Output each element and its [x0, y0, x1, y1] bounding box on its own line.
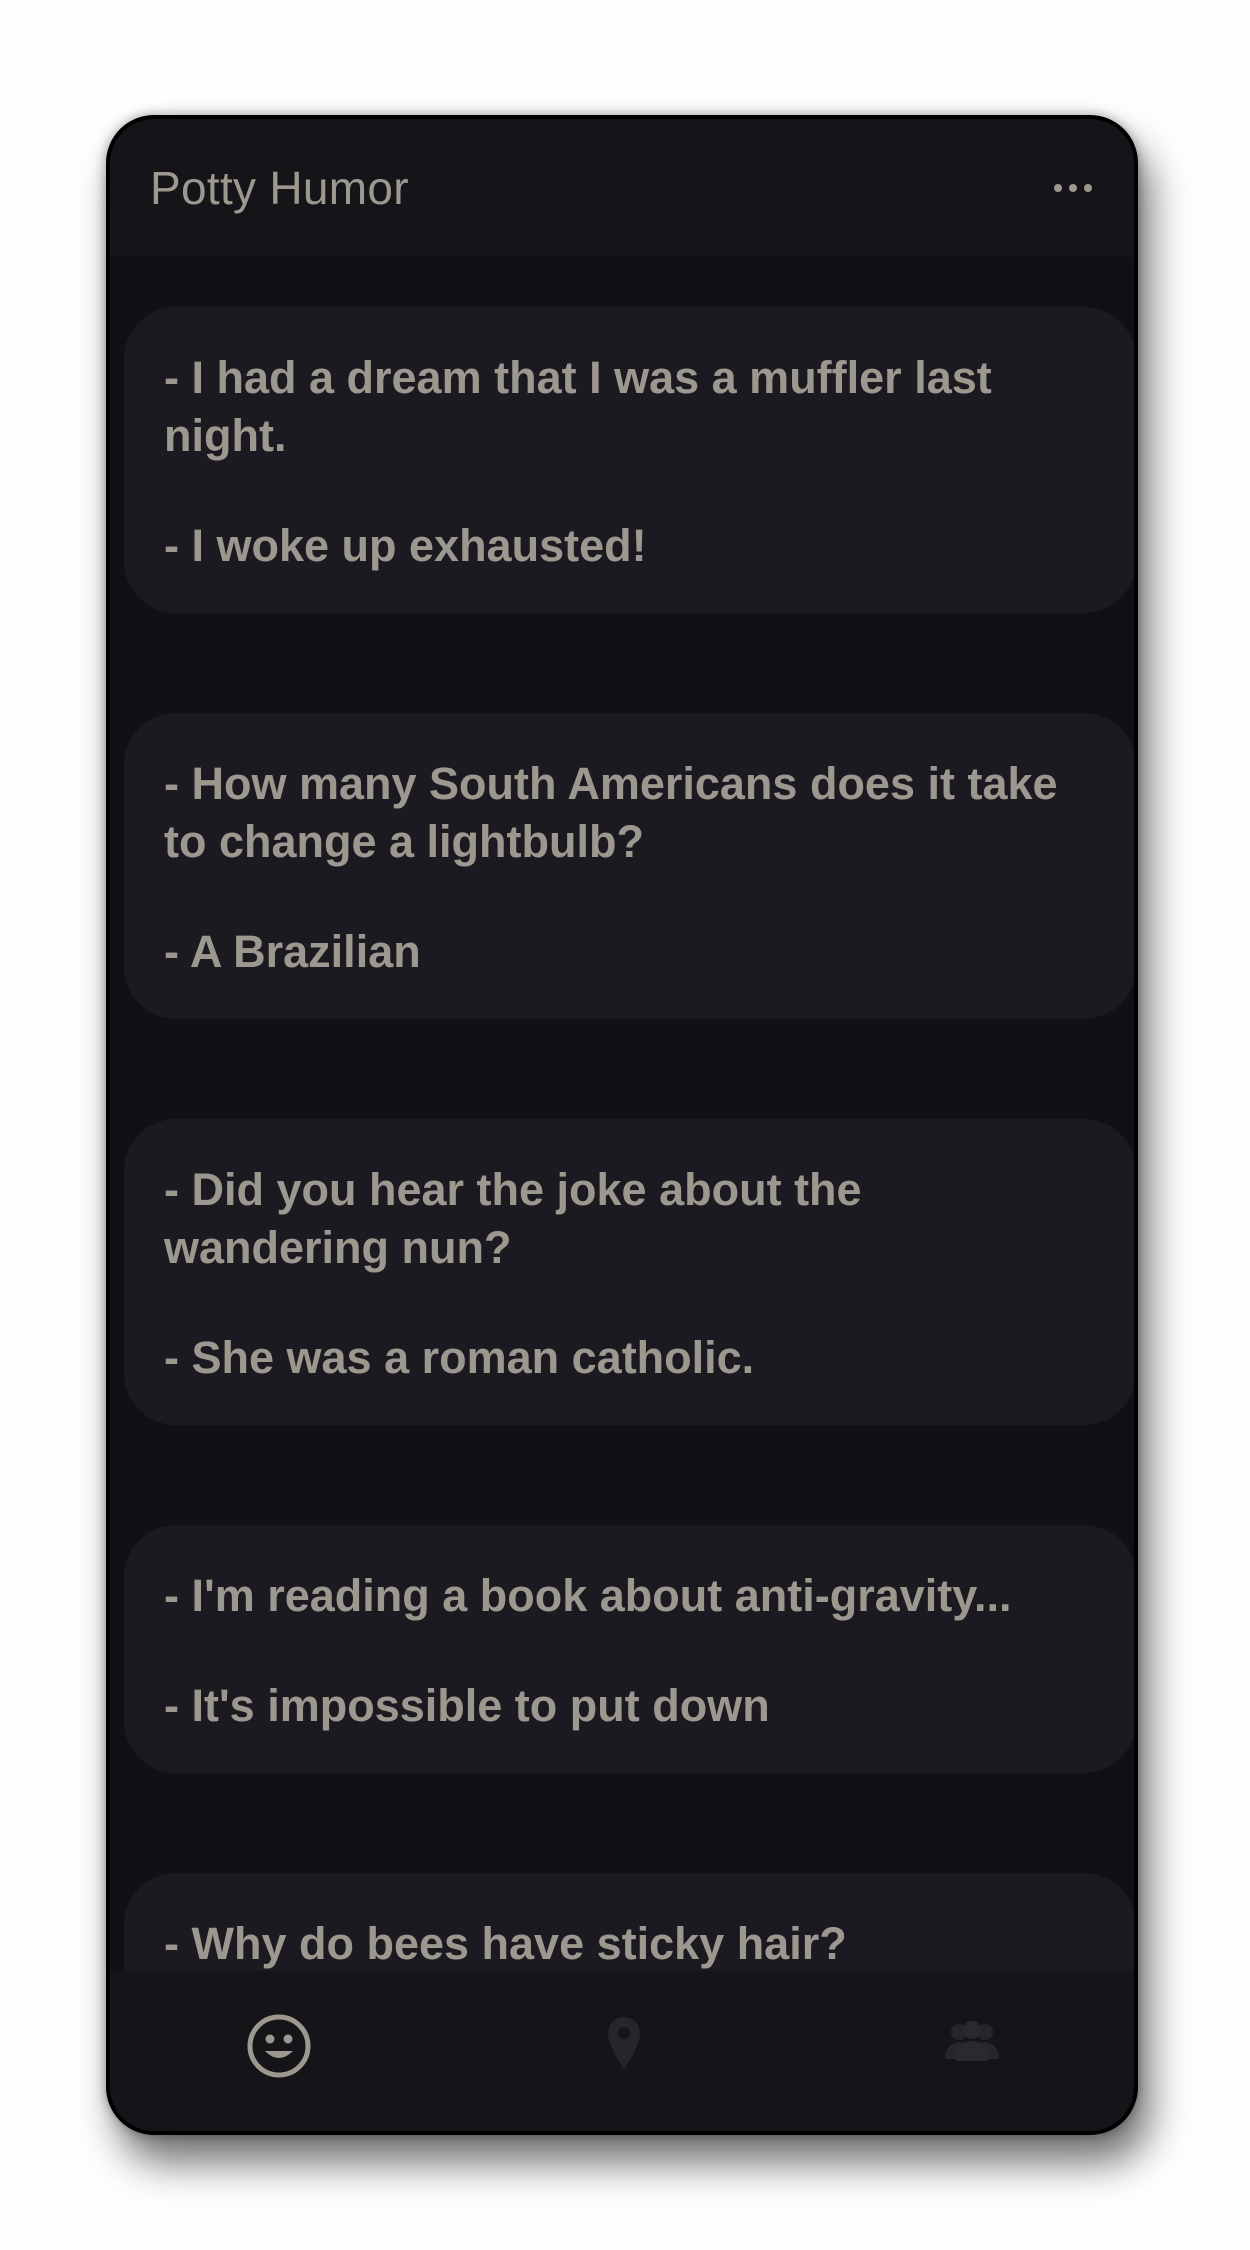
nav-map-tab[interactable]	[604, 2011, 644, 2075]
joke-card[interactable]: - Did you hear the joke about the wander…	[124, 1119, 1134, 1425]
bottom-navigation	[110, 1971, 1134, 2131]
joke-setup: - Did you hear the joke about the wander…	[164, 1164, 862, 1273]
nav-friends-tab[interactable]	[942, 2017, 1002, 2067]
nav-jokes-tab[interactable]	[244, 2011, 314, 2081]
map-pin-icon	[608, 2017, 640, 2069]
joke-punchline: - I woke up exhausted!	[164, 520, 647, 571]
joke-setup: - Why do bees have sticky hair?	[164, 1918, 847, 1969]
joke-card[interactable]: - How many South Americans does it take …	[124, 713, 1134, 1019]
joke-setup: - I had a dream that I was a muffler las…	[164, 352, 992, 461]
page-title: Potty Humor	[150, 162, 409, 214]
joke-punchline: - A Brazilian	[164, 926, 421, 977]
more-options-button[interactable]	[1050, 174, 1096, 202]
joke-list[interactable]: - I had a dream that I was a muffler las…	[110, 257, 1134, 2089]
more-horizontal-icon-dot	[1069, 184, 1077, 192]
joke-punchline: - It's impossible to put down	[164, 1680, 770, 1731]
page-background: Potty Humor - I had a dream that I was a…	[0, 0, 1250, 2250]
more-horizontal-icon	[1054, 184, 1062, 192]
group-icon	[945, 2021, 999, 2061]
joke-card[interactable]: - I had a dream that I was a muffler las…	[124, 307, 1134, 613]
app-header: Potty Humor	[110, 119, 1134, 257]
more-horizontal-icon-dot	[1084, 184, 1092, 192]
smiley-icon	[247, 2014, 311, 2078]
joke-setup: - I'm reading a book about anti-gravity.…	[164, 1570, 1012, 1621]
app-window: Potty Humor - I had a dream that I was a…	[106, 115, 1138, 2135]
joke-punchline: - She was a roman catholic.	[164, 1332, 755, 1383]
joke-setup: - How many South Americans does it take …	[164, 758, 1058, 867]
joke-card[interactable]: - I'm reading a book about anti-gravity.…	[124, 1525, 1134, 1773]
